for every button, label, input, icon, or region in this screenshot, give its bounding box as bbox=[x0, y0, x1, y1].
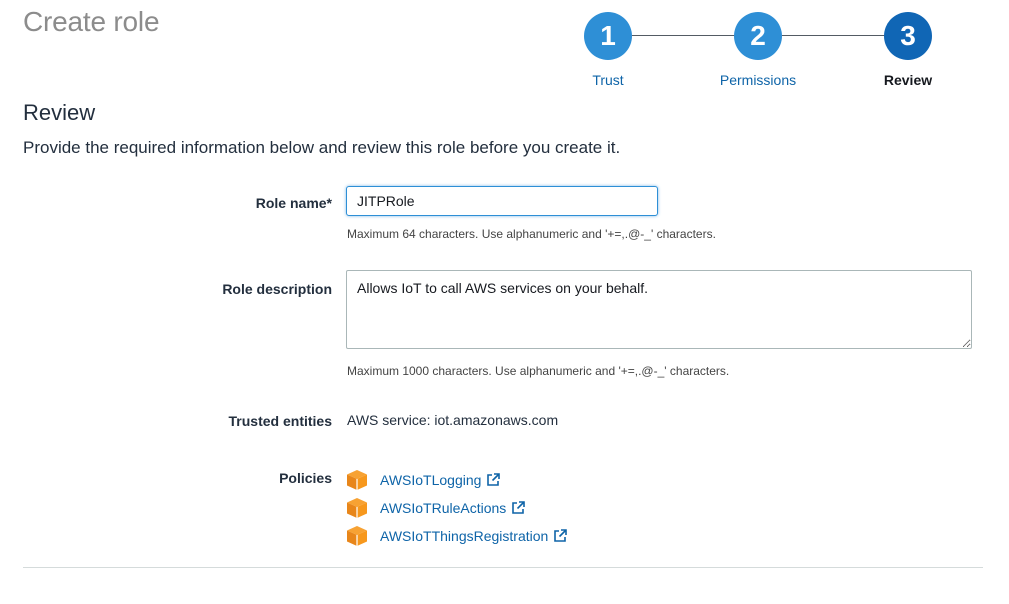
step-2-circle: 2 bbox=[734, 12, 782, 60]
role-description-hint: Maximum 1000 characters. Use alphanumeri… bbox=[347, 364, 730, 378]
step-2-label[interactable]: Permissions bbox=[708, 72, 808, 88]
role-description-input[interactable]: Allows IoT to call AWS services on your … bbox=[346, 270, 972, 349]
step-trust[interactable]: 1 Trust bbox=[558, 12, 658, 88]
policy-item: AWSIoTThingsRegistration bbox=[346, 522, 568, 550]
step-3-circle: 3 bbox=[884, 12, 932, 60]
footer-divider bbox=[23, 567, 983, 568]
step-1-label[interactable]: Trust bbox=[558, 72, 658, 88]
review-intro: Provide the required information below a… bbox=[23, 138, 621, 157]
policy-link-awsiotruleactions[interactable]: AWSIoTRuleActions bbox=[380, 500, 506, 516]
policy-item: AWSIoTRuleActions bbox=[346, 494, 567, 522]
review-heading: Review bbox=[23, 100, 96, 125]
policy-link-awsiotlogging[interactable]: AWSIoTLogging bbox=[380, 472, 481, 488]
policies-list: AWSIoTLogging AWSIoTRuleActions AWSIoTTh… bbox=[346, 466, 568, 550]
step-review: 3 Review bbox=[858, 12, 958, 88]
role-name-input[interactable] bbox=[346, 186, 658, 216]
policies-label: Policies bbox=[279, 470, 332, 486]
trusted-entities-value: AWS service: iot.amazonaws.com bbox=[347, 412, 559, 428]
external-link-icon[interactable] bbox=[511, 501, 526, 515]
role-name-label: Role name* bbox=[255, 195, 332, 211]
page-title: Create role bbox=[23, 6, 160, 37]
step-1-circle: 1 bbox=[584, 12, 632, 60]
policy-link-awsiotthingsregistration[interactable]: AWSIoTThingsRegistration bbox=[380, 528, 548, 544]
policy-cube-icon bbox=[347, 526, 367, 546]
policy-name: AWSIoTThingsRegistration bbox=[380, 528, 549, 544]
role-description-label: Role description bbox=[222, 281, 332, 297]
step-permissions[interactable]: 2 Permissions bbox=[708, 12, 808, 88]
external-link-icon[interactable] bbox=[486, 473, 501, 487]
role-name-hint: Maximum 64 characters. Use alphanumeric … bbox=[347, 227, 716, 241]
policy-cube-icon bbox=[347, 498, 367, 518]
policy-name: AWSIoTRuleActions bbox=[380, 500, 507, 516]
policy-name: AWSIoTLogging bbox=[380, 472, 482, 488]
step-3-label: Review bbox=[883, 72, 933, 88]
policy-cube-icon bbox=[347, 470, 367, 490]
wizard-stepper: 1 Trust 2 Permissions 3 Review bbox=[560, 12, 960, 96]
policy-item: AWSIoTLogging bbox=[346, 466, 567, 494]
external-link-icon[interactable] bbox=[553, 529, 568, 543]
trusted-entities-label: Trusted entities bbox=[228, 413, 332, 429]
create-role-page: Create role 1 Trust 2 Permissions 3 Revi… bbox=[0, 0, 1009, 604]
